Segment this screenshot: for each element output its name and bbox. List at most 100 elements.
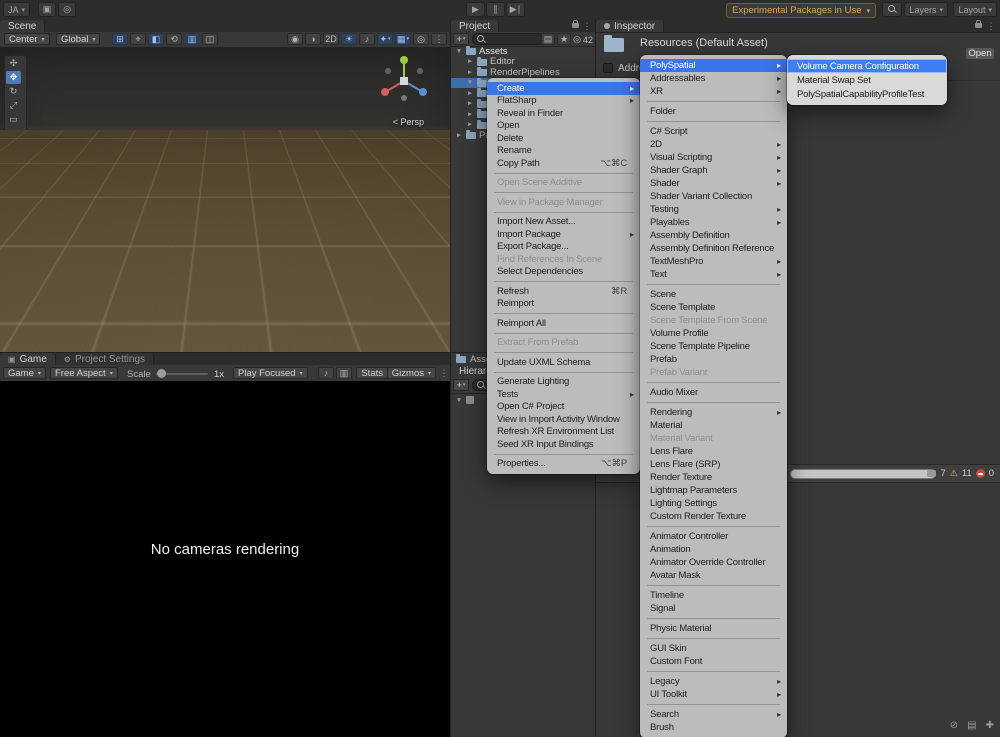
menu-item[interactable]: Extract From Prefab xyxy=(487,337,640,350)
tab-game[interactable]: ▣ Game xyxy=(0,353,56,365)
record-icon[interactable]: ◎ xyxy=(58,2,76,17)
audio-toggle-icon[interactable]: ♪ xyxy=(359,33,375,45)
more-menu-icon[interactable] xyxy=(986,20,996,32)
menu-item[interactable]: Select Dependencies xyxy=(487,266,640,279)
aspect-ratio-dropdown[interactable]: Free Aspect xyxy=(50,367,118,379)
step-button[interactable]: ▶∣ xyxy=(506,2,525,17)
warning-icon[interactable]: ⚠ xyxy=(950,468,958,479)
warning-count[interactable]: 11 xyxy=(962,468,972,479)
menu-item[interactable]: Tests xyxy=(487,388,640,401)
foldout-arrow-icon[interactable]: ▼ xyxy=(455,48,463,55)
menu-item[interactable]: Reimport xyxy=(487,298,640,311)
tab-inspector[interactable]: Inspector xyxy=(596,20,664,32)
menu-item[interactable]: PolySpatial xyxy=(640,59,787,72)
menu-item[interactable]: PolySpatialCapabilityProfileTest xyxy=(787,87,947,101)
layers-dropdown[interactable]: Layers xyxy=(904,2,948,17)
foldout-arrow-icon[interactable]: ► xyxy=(466,90,474,97)
menu-item[interactable]: Refresh ⌘R xyxy=(487,285,640,298)
slider-knob[interactable] xyxy=(157,369,166,378)
menu-item[interactable]: Reveal in Finder xyxy=(487,107,640,120)
foldout-arrow-icon[interactable]: ▼ xyxy=(455,397,463,404)
tab-scene[interactable]: Scene xyxy=(0,20,45,32)
project-search-input[interactable] xyxy=(472,33,546,45)
menu-item[interactable]: Shader xyxy=(640,177,787,190)
pivot-dropdown[interactable]: Center xyxy=(4,33,50,45)
asset-bundle-field[interactable] xyxy=(790,469,936,479)
filter-by-label-icon[interactable]: ★ xyxy=(557,33,571,45)
menu-item[interactable]: TextMeshPro xyxy=(640,255,787,268)
local-global-toggle-icon[interactable]: ◧ xyxy=(148,33,164,45)
project-tree-item[interactable]: ► Editor xyxy=(451,57,595,68)
persp-label[interactable]: < Persp xyxy=(393,117,424,127)
rect-tool-icon[interactable]: ▭ xyxy=(6,113,21,126)
foldout-arrow-icon[interactable]: ► xyxy=(466,58,474,65)
message-count[interactable]: 7 xyxy=(940,468,945,479)
filter-by-type-icon[interactable]: ▤ xyxy=(541,33,555,45)
create-object-button[interactable]: + xyxy=(453,379,469,391)
menu-item[interactable]: Import Package xyxy=(487,228,640,241)
snap-settings-icon[interactable]: ◫ xyxy=(202,33,218,45)
foldout-arrow-icon[interactable]: ► xyxy=(466,121,474,128)
add-status-icon[interactable]: ✚ xyxy=(986,720,994,731)
menu-item[interactable]: Audio Mixer xyxy=(640,386,787,399)
menu-item[interactable]: Shader Variant Collection xyxy=(640,190,787,203)
menu-item[interactable]: Text xyxy=(640,268,787,281)
camera-settings-icon[interactable]: ◉ xyxy=(287,33,303,45)
menu-item[interactable]: Visual Scripting xyxy=(640,151,787,164)
menu-item[interactable]: UI Toolkit xyxy=(640,688,787,701)
menu-item[interactable]: Import New Asset... xyxy=(487,216,640,229)
scale-slider[interactable] xyxy=(156,373,208,375)
menu-item[interactable]: Testing xyxy=(640,203,787,216)
lock-icon[interactable] xyxy=(572,23,579,28)
menu-item[interactable]: Physic Material xyxy=(640,622,787,635)
menu-item[interactable]: Properties... ⌥⌘P xyxy=(487,458,640,471)
menu-item[interactable]: Rendering xyxy=(640,406,787,419)
version-control-icon[interactable]: ▣ xyxy=(38,2,56,17)
tool-settings-gear[interactable]: ⚙ xyxy=(4,151,25,169)
menu-item[interactable]: 2D xyxy=(640,138,787,151)
menu-item[interactable]: XR xyxy=(640,85,787,98)
hidden-packages-count[interactable]: ◎42 xyxy=(573,34,593,45)
menu-item[interactable]: View in Package Manager xyxy=(487,196,640,209)
menu-item[interactable]: Shader Graph xyxy=(640,164,787,177)
menu-item[interactable]: Assembly Definition xyxy=(640,229,787,242)
menu-item[interactable]: Search xyxy=(640,708,787,721)
menu-item[interactable]: Update UXML Schema xyxy=(487,356,640,369)
tab-project[interactable]: Project xyxy=(451,20,499,32)
menu-item[interactable]: Playables xyxy=(640,216,787,229)
menu-item[interactable]: Custom Render Texture xyxy=(640,510,787,523)
layout-dropdown[interactable]: Layout xyxy=(953,2,997,17)
grid-snap-icon[interactable]: ⊞ xyxy=(112,33,128,45)
menu-item[interactable]: Lighting Settings xyxy=(640,497,787,510)
scene-menu-icon[interactable]: ⋮ xyxy=(431,33,447,45)
grid-toggle-icon[interactable]: ▦ xyxy=(395,33,411,45)
menu-item[interactable]: Open C# Project xyxy=(487,401,640,414)
orientation-dropdown[interactable]: Global xyxy=(56,33,100,45)
foldout-arrow-icon[interactable]: ► xyxy=(466,111,474,118)
search-button[interactable] xyxy=(882,2,902,17)
experimental-packages-badge[interactable]: Experimental Packages in Use xyxy=(726,3,876,18)
pause-button[interactable]: ∥ xyxy=(486,2,505,17)
error-count[interactable]: 0 xyxy=(989,468,994,479)
2d-toggle[interactable]: 2D xyxy=(323,33,339,45)
menu-item[interactable]: Find References In Scene xyxy=(487,253,640,266)
snap-scale-icon[interactable]: ▥ xyxy=(184,33,200,45)
menu-item[interactable]: Scene Template xyxy=(640,301,787,314)
menu-item[interactable]: Lens Flare (SRP) xyxy=(640,458,787,471)
lighting-toggle-icon[interactable]: ☀ xyxy=(341,33,357,45)
foldout-arrow-icon[interactable]: ▼ xyxy=(466,79,474,86)
blocked-icon[interactable]: ⊘ xyxy=(950,720,958,731)
more-menu-icon[interactable] xyxy=(582,20,592,32)
menu-item[interactable]: Refresh XR Environment List xyxy=(487,426,640,439)
foldout-arrow-icon[interactable]: ► xyxy=(466,69,474,76)
error-icon[interactable] xyxy=(976,469,985,478)
menu-item[interactable]: FlatSharp xyxy=(487,95,640,108)
orientation-gizmo[interactable] xyxy=(372,51,436,115)
tab-project-settings[interactable]: ⚙ Project Settings xyxy=(56,353,154,365)
metrics-icon[interactable]: ▥ xyxy=(336,367,352,379)
account-dropdown[interactable]: JA xyxy=(3,2,30,17)
scene-viewport[interactable]: ✣✥↻⤢▭◈ ⚙ < Persp xyxy=(0,47,450,352)
menu-item[interactable]: View in Import Activity Window xyxy=(487,413,640,426)
addressable-checkbox[interactable] xyxy=(603,63,613,73)
menu-item[interactable]: Lens Flare xyxy=(640,445,787,458)
